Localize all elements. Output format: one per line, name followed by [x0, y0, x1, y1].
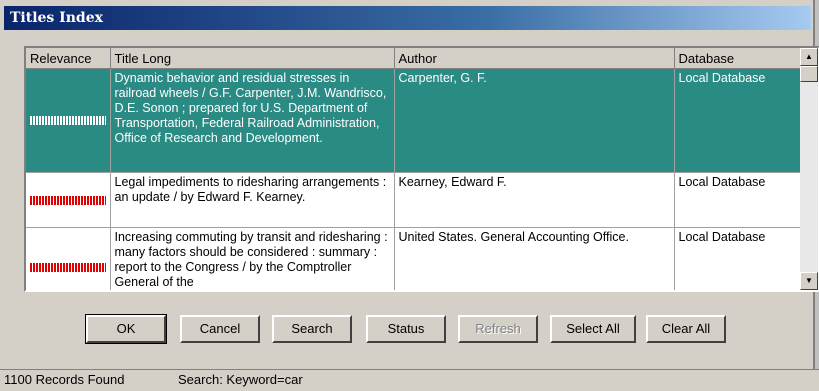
database-cell: Local Database	[674, 172, 801, 228]
scroll-up-button[interactable]: ▲	[800, 48, 818, 66]
arrow-down-icon: ▼	[805, 276, 813, 285]
search-criteria: Search: Keyword=car	[178, 372, 303, 387]
relevance-bar	[30, 116, 106, 125]
search-button[interactable]: Search	[272, 315, 352, 343]
relevance-cell	[26, 227, 111, 290]
column-header-relevance[interactable]: Relevance	[26, 48, 111, 69]
cancel-button[interactable]: Cancel	[180, 315, 260, 343]
header-row: Relevance Title Long Author Database	[26, 48, 801, 69]
table-row[interactable]: Increasing commuting by transit and ride…	[26, 227, 801, 290]
column-header-database[interactable]: Database	[674, 48, 801, 69]
records-found: 1100 Records Found	[4, 372, 125, 387]
table-row[interactable]: Dynamic behavior and residual stresses i…	[26, 68, 801, 173]
arrow-up-icon: ▲	[805, 52, 813, 61]
database-cell: Local Database	[674, 68, 801, 173]
relevance-cell	[26, 172, 111, 228]
results-table: Relevance Title Long Author Database Dyn…	[26, 48, 801, 290]
column-header-title[interactable]: Title Long	[110, 48, 395, 69]
author-cell: Carpenter, G. F.	[394, 68, 675, 173]
results-grid[interactable]: Relevance Title Long Author Database Dyn…	[24, 46, 819, 292]
title-cell: Dynamic behavior and residual stresses i…	[110, 68, 395, 173]
relevance-bar	[30, 195, 106, 205]
refresh-button[interactable]: Refresh	[458, 315, 538, 343]
database-cell: Local Database	[674, 227, 801, 290]
table-row[interactable]: Legal impediments to ridesharing arrange…	[26, 172, 801, 228]
column-header-author[interactable]: Author	[394, 48, 675, 69]
relevance-bar	[30, 263, 106, 272]
scroll-thumb[interactable]	[800, 66, 818, 82]
select-all-button[interactable]: Select All	[550, 315, 636, 343]
titles-index-window: Titles Index Relevance Title Long Author…	[0, 0, 819, 389]
vertical-scrollbar[interactable]: ▲ ▼	[800, 48, 818, 290]
author-cell: United States. General Accounting Office…	[394, 227, 675, 290]
clear-all-button[interactable]: Clear All	[646, 315, 726, 343]
status-bar: 1100 Records Found Search: Keyword=car	[0, 369, 819, 391]
window-title: Titles Index	[4, 6, 811, 30]
relevance-cell	[26, 68, 111, 173]
ok-button[interactable]: OK	[85, 314, 167, 344]
title-cell: Legal impediments to ridesharing arrange…	[110, 172, 395, 228]
author-cell: Kearney, Edward F.	[394, 172, 675, 228]
status-button[interactable]: Status	[366, 315, 446, 343]
title-cell: Increasing commuting by transit and ride…	[110, 227, 395, 290]
scroll-down-button[interactable]: ▼	[800, 272, 818, 290]
